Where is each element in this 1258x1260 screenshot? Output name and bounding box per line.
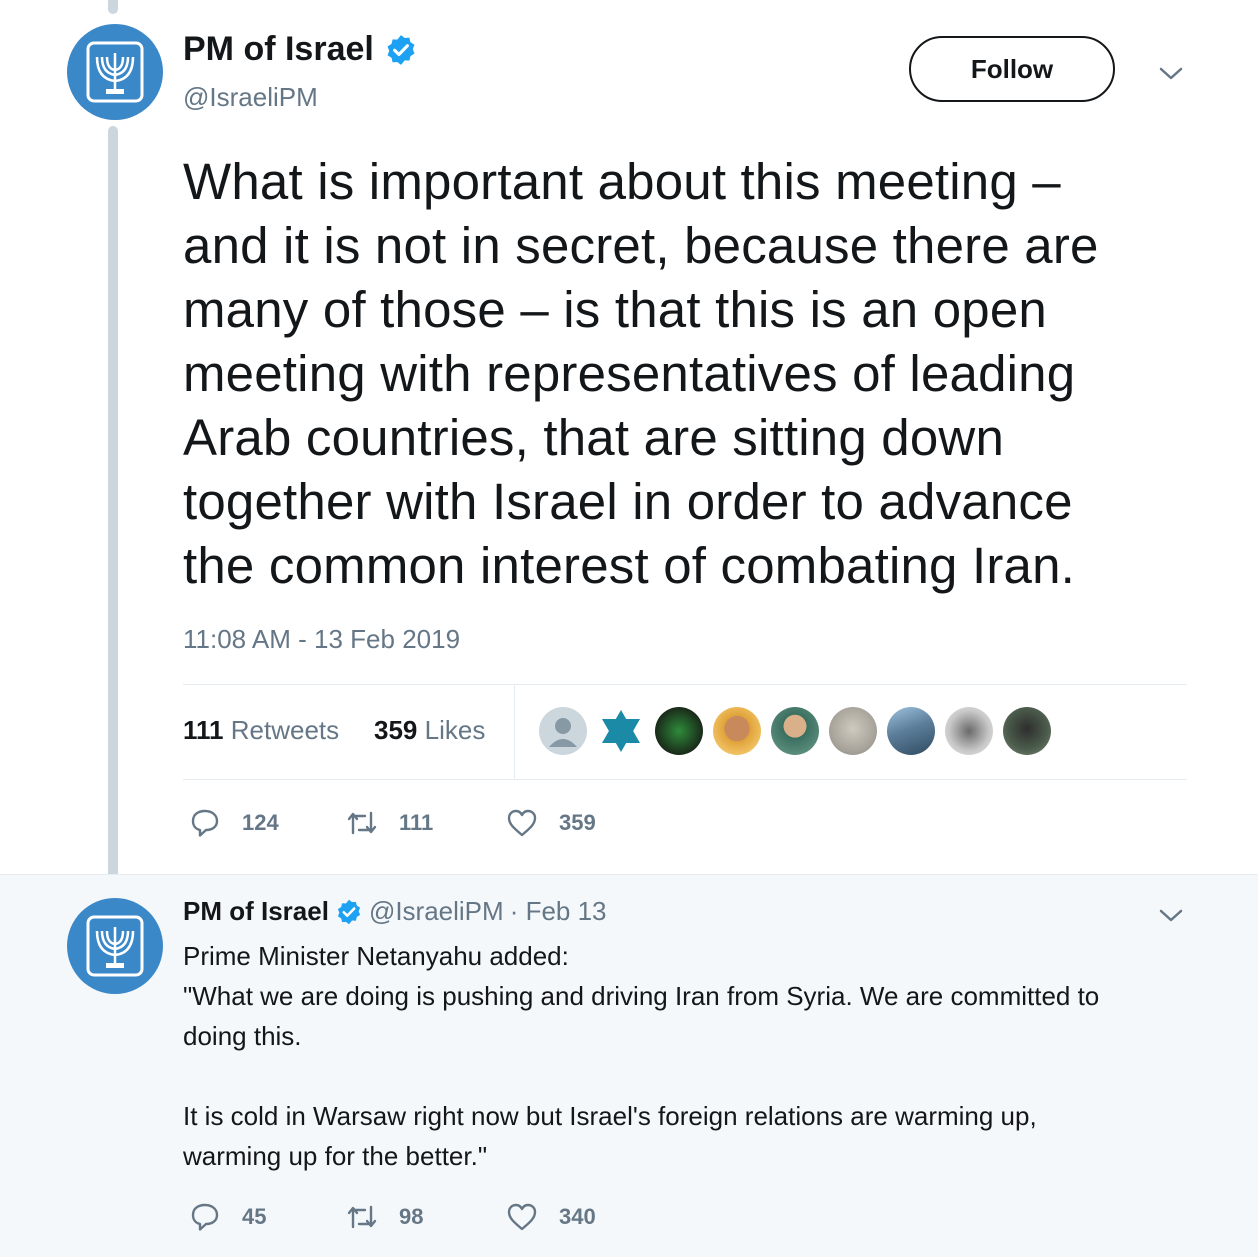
liker-avatar[interactable] <box>539 707 587 755</box>
tweet-text-line: the common interest of combating Iran. <box>183 537 1076 594</box>
reply-date[interactable]: · Feb 13 <box>510 896 607 927</box>
retweet-icon <box>347 1205 377 1229</box>
retweet-count: 98 <box>399 1204 424 1229</box>
reply-author-handle[interactable]: @IsraeliPM <box>369 896 504 927</box>
tweet-text-line: together with Israel in order to advance <box>183 473 1073 530</box>
star-of-david-icon <box>602 710 640 752</box>
tweet-timestamp[interactable]: 11:08 AM - 13 Feb 2019 <box>183 624 460 655</box>
reply-text: Prime Minister Netanyahu added: "What we… <box>183 936 1193 1176</box>
reply-count: 124 <box>242 810 279 835</box>
liker-avatar[interactable] <box>597 707 645 755</box>
author-name[interactable]: PM of Israel <box>183 30 374 69</box>
thread-line <box>108 126 118 890</box>
reply-text-line: warming up for the better." <box>183 1141 488 1171</box>
liker-avatar[interactable] <box>771 707 819 755</box>
like-action[interactable]: 340 <box>505 1200 596 1234</box>
likers-avatars <box>539 707 1061 755</box>
liker-avatar[interactable] <box>829 707 877 755</box>
retweet-action[interactable]: 111 <box>345 806 505 840</box>
verified-icon <box>387 34 415 65</box>
likes-stat[interactable]: 359 Likes <box>374 715 485 746</box>
author-name-row: PM of Israel <box>183 30 418 69</box>
author-handle[interactable]: @IsraeliPM <box>183 82 318 113</box>
like-count: 340 <box>559 1204 596 1229</box>
chevron-down-icon[interactable] <box>1158 902 1184 928</box>
main-tweet-actions: 124 111 359 <box>188 806 596 840</box>
retweets-count: 111 <box>183 715 224 745</box>
stats-bar: 111 Retweets 359 Likes <box>183 684 1187 780</box>
like-count: 359 <box>559 810 596 835</box>
tweet-text-line: meeting with representatives of leading <box>183 345 1076 402</box>
reply-text-line: doing this. <box>183 1021 302 1051</box>
retweet-count: 111 <box>399 810 434 835</box>
retweets-label: Retweets <box>230 715 340 745</box>
reply-text-line: It is cold in Warsaw right now but Israe… <box>183 1101 1037 1131</box>
liker-avatar[interactable] <box>945 707 993 755</box>
reply-count: 45 <box>242 1204 267 1229</box>
retweet-icon <box>347 811 377 835</box>
tweet-text-line: What is important about this meeting – <box>183 153 1061 210</box>
reply-header: PM of Israel @IsraeliPM · Feb 13 <box>183 896 607 927</box>
reply-icon <box>191 809 219 837</box>
reply-text-line <box>183 1056 1193 1096</box>
emblem-avatar-icon <box>86 41 144 103</box>
liker-avatar[interactable] <box>1003 707 1051 755</box>
default-profile-icon <box>549 718 577 747</box>
tweet-text-line: many of those – is that this is an open <box>183 281 1047 338</box>
reply-author-name[interactable]: PM of Israel <box>183 896 329 927</box>
author-avatar[interactable] <box>67 24 163 120</box>
chevron-down-icon[interactable] <box>1158 60 1184 86</box>
reply-author-avatar[interactable] <box>67 898 163 994</box>
tweet-text-line: Arab countries, that are sitting down <box>183 409 1005 466</box>
tweet-text: What is important about this meeting – a… <box>183 150 1193 598</box>
like-icon <box>507 809 537 837</box>
like-icon <box>507 1203 537 1231</box>
reply-text-line: "What we are doing is pushing and drivin… <box>183 981 1100 1011</box>
verified-icon <box>337 899 361 924</box>
stats-divider <box>514 685 515 779</box>
retweets-stat[interactable]: 111 Retweets <box>183 715 339 746</box>
follow-button[interactable]: Follow <box>909 36 1115 102</box>
reply-tweet-actions: 45 98 340 <box>188 1200 596 1234</box>
retweet-action[interactable]: 98 <box>345 1200 505 1234</box>
liker-avatar[interactable] <box>887 707 935 755</box>
reply-text-line: Prime Minister Netanyahu added: <box>183 941 569 971</box>
likes-count: 359 <box>374 715 418 745</box>
thread-line-top <box>108 0 118 14</box>
liker-avatar[interactable] <box>713 707 761 755</box>
reply-icon <box>191 1203 219 1231</box>
like-action[interactable]: 359 <box>505 806 596 840</box>
emblem-avatar-icon <box>86 915 144 977</box>
reply-action[interactable]: 124 <box>188 806 345 840</box>
liker-avatar[interactable] <box>655 707 703 755</box>
reply-action[interactable]: 45 <box>188 1200 345 1234</box>
likes-label: Likes <box>424 715 486 745</box>
tweet-text-line: and it is not in secret, because there a… <box>183 217 1099 274</box>
